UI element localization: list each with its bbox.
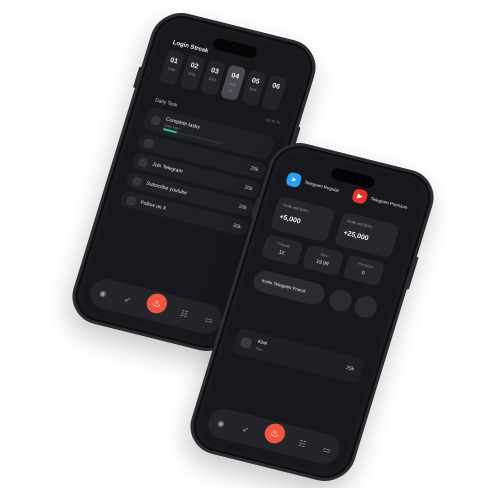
task-value: 20k xyxy=(231,222,242,231)
gift-icon[interactable]: ◉ xyxy=(96,286,111,300)
day-number: 05 xyxy=(250,77,261,86)
tab-bar: ◉ ➶ ♨ ☷ ▭ xyxy=(86,275,226,337)
stat-earn: Earn 19.99 xyxy=(301,244,345,277)
day-reward: 100k xyxy=(167,66,176,73)
users-icon[interactable]: ☷ xyxy=(177,306,192,320)
day-number: 02 xyxy=(189,62,200,71)
power-button xyxy=(405,256,419,290)
day-number: 04 xyxy=(230,72,240,81)
day-number: 06 xyxy=(271,82,281,91)
invite-card-premium[interactable]: Invite and Earn +25,000 xyxy=(333,211,401,259)
task-title: Follow on X xyxy=(139,199,167,212)
copy-button[interactable] xyxy=(351,293,380,321)
wallet-icon[interactable]: ▭ xyxy=(319,442,334,456)
invite-value: +5,000 xyxy=(278,213,302,226)
task-icon xyxy=(150,114,162,126)
day-reward: 300k xyxy=(207,76,217,83)
rocket-icon[interactable]: ➶ xyxy=(238,422,253,436)
task-value: 20k xyxy=(237,203,248,212)
daily-task-title: Daily Task xyxy=(154,97,179,109)
users-icon[interactable]: ☷ xyxy=(295,436,310,450)
youtube-icon xyxy=(131,175,143,187)
wallet-icon[interactable]: ▭ xyxy=(201,312,216,326)
day-reward: 500k xyxy=(248,86,258,93)
flame-icon[interactable]: ♨ xyxy=(144,291,170,316)
tab-bar: ◉ ➶ ♨ ☷ ▭ xyxy=(204,405,344,467)
task-icon xyxy=(239,336,253,349)
gift-icon[interactable]: ◉ xyxy=(214,416,229,430)
task-value: 25k xyxy=(345,364,355,373)
task-value: 25k xyxy=(249,165,260,174)
invite-card-regular[interactable]: Invite and Earn +5,000 xyxy=(269,195,336,243)
flame-icon[interactable]: ♨ xyxy=(262,421,288,446)
telegram-premium: ▶ Telegram Premium xyxy=(351,187,413,216)
telegram-premium-label: Telegram Premium xyxy=(369,196,409,211)
task-sub: Max xyxy=(255,346,264,353)
invite-label: Invite and Earn xyxy=(346,219,373,230)
telegram-regular-label: Telegram Regular xyxy=(303,179,340,194)
task-title: Join Telegram xyxy=(151,161,184,175)
stat-friends: Friends 12 xyxy=(260,234,304,267)
task-row[interactable]: Kiwi Max 25k xyxy=(231,327,366,385)
streak-more-label: Up to 7k xyxy=(264,116,281,126)
telegram-icon: ➤ xyxy=(284,171,303,189)
x-icon xyxy=(125,194,138,206)
task-title: Kiwi xyxy=(257,338,268,347)
stat-premium: Premium 0 xyxy=(342,254,386,287)
day-number: 01 xyxy=(169,56,179,66)
streak-days: 01 100k 02 200k 03 300k 04 400k ✓ 05 500k 06 xyxy=(158,49,295,113)
invite-label: Invite and Earn xyxy=(282,203,309,214)
telegram-icon xyxy=(137,156,149,168)
invite-value: +25,000 xyxy=(342,229,370,243)
day-reward: 200k xyxy=(187,71,197,78)
invite-friend-button[interactable]: Invite Telegram Friend xyxy=(250,268,328,308)
task-value: 20k xyxy=(243,184,254,193)
day-number: 03 xyxy=(209,67,220,76)
volume-button xyxy=(132,66,143,89)
task-title: Subscribe youtube xyxy=(145,180,188,197)
calendar-icon xyxy=(143,137,155,149)
share-button[interactable] xyxy=(326,287,355,314)
rocket-icon[interactable]: ➶ xyxy=(120,292,135,306)
dynamic-island xyxy=(211,37,259,60)
youtube-icon: ▶ xyxy=(351,187,369,205)
